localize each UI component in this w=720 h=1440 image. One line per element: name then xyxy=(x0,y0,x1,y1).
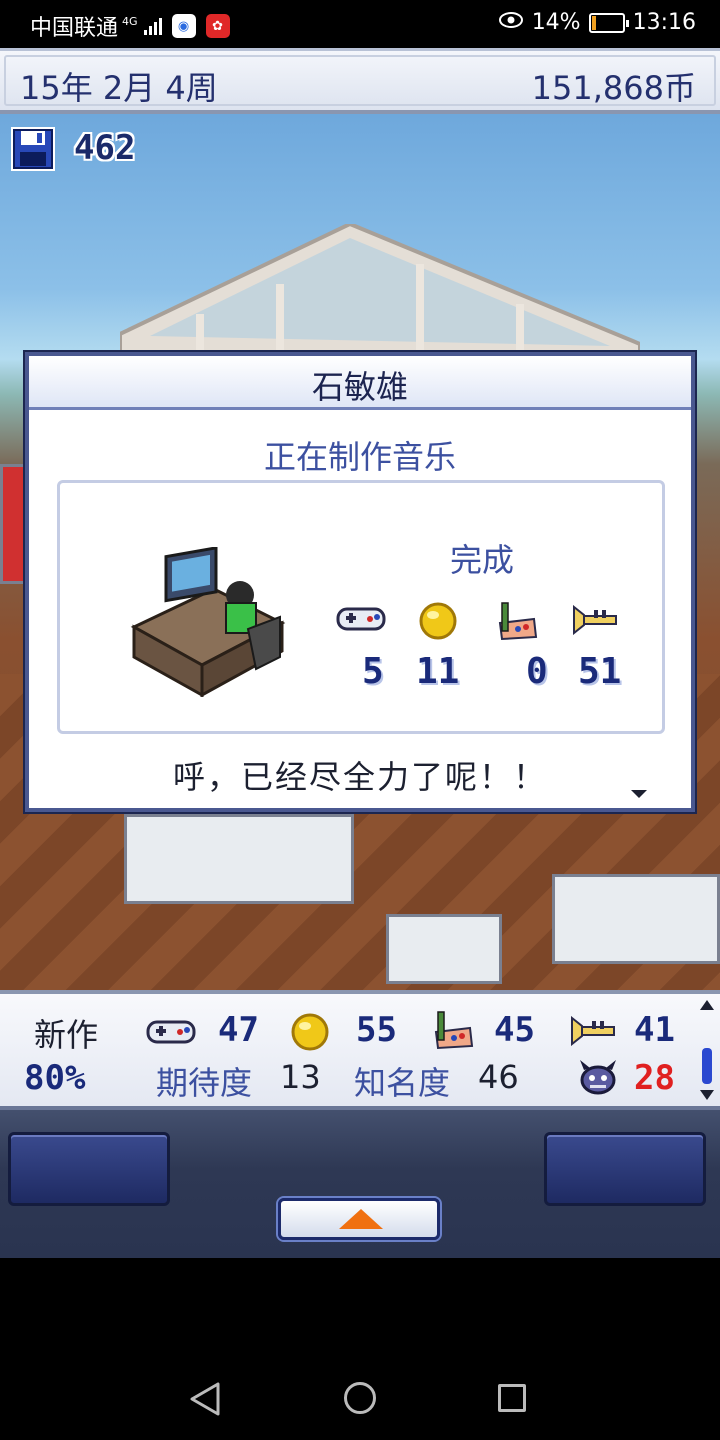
arrow-up-icon xyxy=(339,1209,383,1229)
project-info-panel: 新作 80% 47 55 45 41 期待度 13 知名度 46 28 xyxy=(0,990,720,1110)
office-building-roof xyxy=(120,224,640,364)
continue-arrow-icon[interactable] xyxy=(631,790,647,798)
clock: 13:16 xyxy=(632,10,696,35)
fame-value: 46 xyxy=(478,1058,519,1096)
stat-value-creativity: 11 xyxy=(416,651,460,692)
reception-desk xyxy=(124,814,354,904)
gold-orb-icon xyxy=(419,602,457,640)
gamepad-icon xyxy=(336,607,386,631)
new-title-label: 新作 xyxy=(34,1016,99,1054)
gold-orb-icon xyxy=(291,1013,329,1051)
save-count: 462 xyxy=(74,128,136,168)
date-money-bar: 15年 2月 4周 151,868币 xyxy=(0,48,720,114)
recent-apps-icon[interactable] xyxy=(498,1384,526,1412)
stat-value-graphics: 0 xyxy=(526,651,548,692)
stat-value-fun: 5 xyxy=(362,651,384,692)
work-status: 正在制作音乐 xyxy=(263,438,456,476)
paintbrush-icon xyxy=(498,602,538,641)
stat-icons-row xyxy=(336,601,636,641)
money-display: 151,868币 xyxy=(531,69,696,107)
eye-comfort-icon xyxy=(498,10,524,35)
paintbrush-icon xyxy=(434,1011,474,1050)
development-progress: 80% xyxy=(24,1058,86,1098)
right-menu-button[interactable] xyxy=(544,1132,706,1206)
cabinet xyxy=(386,914,502,984)
project-creativity: 55 xyxy=(356,1010,397,1050)
scroll-up-icon[interactable] xyxy=(700,1000,714,1010)
fame-label: 知名度 xyxy=(354,1064,451,1102)
back-icon[interactable] xyxy=(188,1382,222,1416)
project-graphics: 45 xyxy=(494,1010,535,1050)
game-date: 15年 2月 4周 xyxy=(20,69,218,107)
floppy-disk-icon xyxy=(11,127,55,171)
done-label: 完成 xyxy=(450,541,515,579)
system-status-bar: 中国联通 4G ◉ ✿ 14% 13:16 xyxy=(0,0,720,48)
stat-values-row: 5 11 0 51 xyxy=(336,651,646,692)
bug-monster-icon xyxy=(580,1060,616,1095)
home-icon[interactable] xyxy=(344,1382,376,1414)
expectation-label: 期待度 xyxy=(156,1064,253,1102)
dialog-header: 石敏雄 xyxy=(29,356,691,410)
info-scrollbar[interactable] xyxy=(700,1000,714,1100)
expand-menu-button[interactable] xyxy=(278,1198,440,1240)
gamepad-icon xyxy=(146,1020,196,1044)
carrier-name: 中国联通 xyxy=(30,16,119,41)
work-result-panel: 完成 5 11 0 51 xyxy=(57,480,665,734)
app-notification-icon: ✿ xyxy=(205,14,230,38)
bug-count: 28 xyxy=(634,1058,675,1098)
stat-value-sound: 51 xyxy=(578,651,622,692)
battery-percent: 14% xyxy=(531,10,581,35)
network-type: 4G xyxy=(122,14,138,28)
staff-work-dialog[interactable]: 石敏雄 正在制作音乐 完成 5 11 0 51 呼，已经尽全力了呢！！ xyxy=(25,352,695,812)
app-notification-icon: ◉ xyxy=(171,14,196,38)
staff-at-desk-illustration xyxy=(130,547,286,697)
scroll-thumb[interactable] xyxy=(702,1048,712,1084)
signal-icon xyxy=(143,17,162,35)
bookshelf xyxy=(552,874,720,964)
scroll-down-icon[interactable] xyxy=(700,1090,714,1100)
left-menu-button[interactable] xyxy=(8,1132,170,1206)
system-navigation-bar xyxy=(0,1258,720,1440)
game-control-bar xyxy=(0,1110,720,1258)
trumpet-icon xyxy=(571,1016,615,1046)
battery-icon xyxy=(588,12,629,33)
expectation-value: 13 xyxy=(280,1058,321,1096)
staff-name: 石敏雄 xyxy=(311,368,408,406)
project-sound: 41 xyxy=(634,1010,675,1050)
staff-message: 呼，已经尽全力了呢！！ xyxy=(172,758,547,796)
project-fun: 47 xyxy=(218,1010,259,1050)
trumpet-icon xyxy=(573,605,617,635)
